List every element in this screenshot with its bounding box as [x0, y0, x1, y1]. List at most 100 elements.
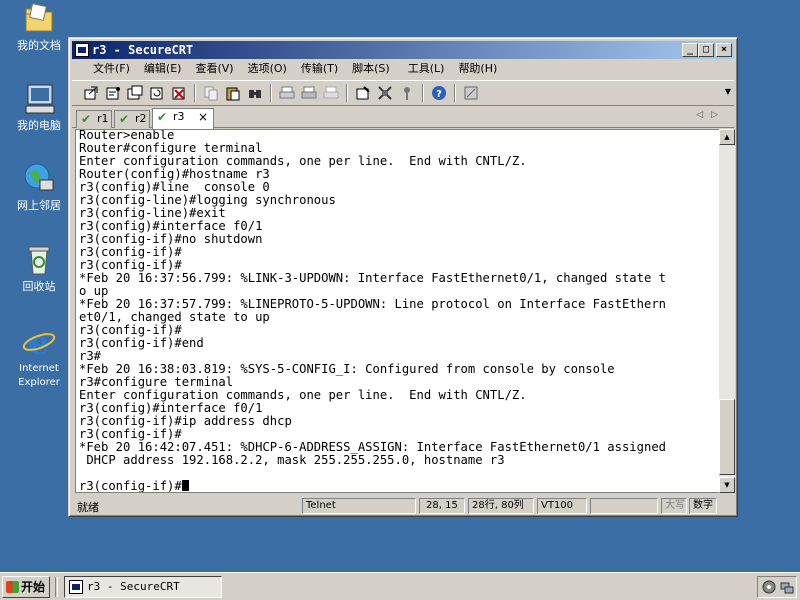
maximize-button[interactable]: □	[698, 43, 714, 57]
tab-label: r1	[97, 112, 109, 125]
system-tray	[757, 576, 797, 598]
paste-icon[interactable]	[222, 83, 244, 103]
menu-file[interactable]: 文件(F)	[86, 60, 137, 78]
menu-tools[interactable]: 工具(L)	[401, 60, 452, 78]
securecrt-app-icon	[75, 43, 89, 57]
scroll-down-button[interactable]: ▼	[719, 477, 735, 493]
help-icon[interactable]: ?	[428, 83, 450, 103]
desktop-icon-label: 我的文档	[17, 39, 61, 52]
minimize-button[interactable]: _	[682, 43, 698, 57]
status-num-lock: 数字	[689, 498, 717, 514]
toolbar-separator	[194, 84, 196, 102]
network-status-icon[interactable]	[780, 580, 794, 597]
desktop-icon-my-documents[interactable]: 我的文档	[4, 2, 74, 52]
tab-label: r3	[173, 110, 185, 123]
quick-connect-icon[interactable]	[102, 83, 124, 103]
taskbar-item-label: r3 - SecureCRT	[87, 580, 180, 593]
connect-in-tab-icon[interactable]	[124, 83, 146, 103]
global-options-icon[interactable]	[374, 83, 396, 103]
toolbar-separator	[270, 84, 272, 102]
disconnect-icon[interactable]	[168, 83, 190, 103]
terminal-area[interactable]: Router>enable Router#configure terminal En…	[75, 129, 720, 493]
recycle-bin-icon	[22, 243, 56, 277]
folder-icon	[22, 2, 56, 36]
session-options-icon[interactable]	[352, 83, 374, 103]
tab-r1[interactable]: ✔ r1	[76, 110, 112, 128]
menu-help[interactable]: 帮助(H)	[451, 60, 504, 78]
ie-icon: e	[22, 323, 56, 363]
desktop-icon-label: Internet Explorer	[18, 363, 60, 388]
connect-icon[interactable]	[80, 83, 102, 103]
tab-label: r2	[135, 112, 147, 125]
status-blank-field	[590, 498, 658, 514]
toolbar-overflow-icon[interactable]: ▼	[725, 87, 731, 96]
network-icon	[22, 162, 56, 196]
session-tabs: ✔ r1 ✔ r2 ✔ r3 × ◁▷	[72, 108, 734, 129]
connected-check-icon: ✔	[119, 112, 130, 126]
terminal-cursor	[181, 480, 189, 491]
caption-buttons: _ □ ×	[682, 43, 732, 57]
terminal-line: r3(config-if)#end	[79, 336, 204, 350]
status-emulation: VT100	[537, 498, 587, 514]
toolbar-separator	[346, 84, 348, 102]
copy-icon[interactable]	[200, 83, 222, 103]
connected-check-icon: ✔	[157, 110, 168, 124]
securecrt-app-icon	[69, 580, 83, 594]
status-bar: 就绪 Telnet 28, 15 28行, 80列 VT100 大写 数字	[72, 496, 734, 516]
terminal-line: *Feb 20 16:37:56.799: %LINK-3-UPDOWN: In…	[79, 271, 666, 285]
scroll-up-button[interactable]: ▲	[719, 129, 735, 145]
volume-icon[interactable]	[762, 580, 776, 597]
print-icon[interactable]	[320, 83, 342, 103]
taskbar-item-securecrt[interactable]: r3 - SecureCRT	[64, 576, 222, 598]
svg-text:e: e	[28, 324, 50, 358]
svg-text:?: ?	[436, 89, 442, 100]
start-button[interactable]: 开始	[2, 576, 50, 598]
tab-r2[interactable]: ✔ r2	[114, 110, 150, 128]
terminal-output: Router>enable Router#configure terminal En…	[79, 130, 666, 492]
computer-icon	[22, 82, 56, 116]
terminal-line: DHCP address 192.168.2.2, mask 255.255.2…	[79, 453, 505, 467]
reconnect-icon[interactable]	[146, 83, 168, 103]
toolbar-separator	[422, 84, 424, 102]
status-ready: 就绪	[77, 501, 99, 514]
keymap-icon[interactable]	[396, 83, 418, 103]
close-button[interactable]: ×	[716, 43, 732, 57]
menu-view[interactable]: 查看(V)	[188, 60, 240, 78]
sftp-icon[interactable]	[460, 83, 482, 103]
terminal-line: r3(config-if)#	[79, 480, 666, 492]
desktop-icon-my-computer[interactable]: 我的电脑	[4, 82, 74, 132]
toolbar-separator	[454, 84, 456, 102]
desktop-icon-network[interactable]: 网上邻居	[4, 162, 74, 212]
menu-bar: 文件(F) 编辑(E) 查看(V) 选项(O) 传输(T) 脚本(S) 工具(L…	[72, 60, 734, 78]
menu-script[interactable]: 脚本(S)	[345, 60, 397, 78]
window-title: r3 - SecureCRT	[92, 43, 194, 57]
desktop-icon-internet-explorer[interactable]: e Internet Explorer	[4, 323, 74, 389]
connected-check-icon: ✔	[81, 112, 92, 126]
taskbar: 开始 r3 - SecureCRT	[0, 572, 800, 600]
desktop-icon-label: 我的电脑	[17, 119, 61, 132]
status-terminal-size: 28行, 80列	[468, 498, 534, 514]
windows-logo-icon	[6, 581, 19, 593]
menu-transfer[interactable]: 传输(T)	[294, 60, 345, 78]
desktop-icon-recycle-bin[interactable]: 回收站	[4, 243, 74, 293]
print-selection-icon[interactable]	[298, 83, 320, 103]
tab-close-icon[interactable]: ×	[198, 109, 208, 125]
scroll-thumb[interactable]	[719, 399, 735, 475]
tab-r3[interactable]: ✔ r3 ×	[152, 108, 214, 129]
tab-scroll-arrows[interactable]: ◁▷	[696, 110, 726, 120]
terminal-scrollbar[interactable]: ▲ ▼	[719, 129, 735, 493]
desktop-icon-label: 网上邻居	[17, 199, 61, 212]
toolbar: ? ▼	[72, 80, 734, 106]
menu-options[interactable]: 选项(O)	[241, 60, 294, 78]
find-icon[interactable]	[244, 83, 266, 103]
desktop-icon-label: 回收站	[22, 280, 56, 293]
status-cursor-position: 28, 15	[419, 498, 465, 514]
start-label: 开始	[21, 580, 46, 594]
status-caps-lock: 大写	[661, 498, 687, 514]
print-screen-icon[interactable]	[276, 83, 298, 103]
securecrt-window: r3 - SecureCRT _ □ × 文件(F) 编辑(E) 查看(V) 选…	[68, 37, 738, 517]
menu-edit[interactable]: 编辑(E)	[137, 60, 189, 78]
taskbar-separator	[55, 577, 58, 597]
status-protocol: Telnet	[302, 498, 416, 514]
window-titlebar[interactable]: r3 - SecureCRT _ □ ×	[72, 41, 734, 59]
